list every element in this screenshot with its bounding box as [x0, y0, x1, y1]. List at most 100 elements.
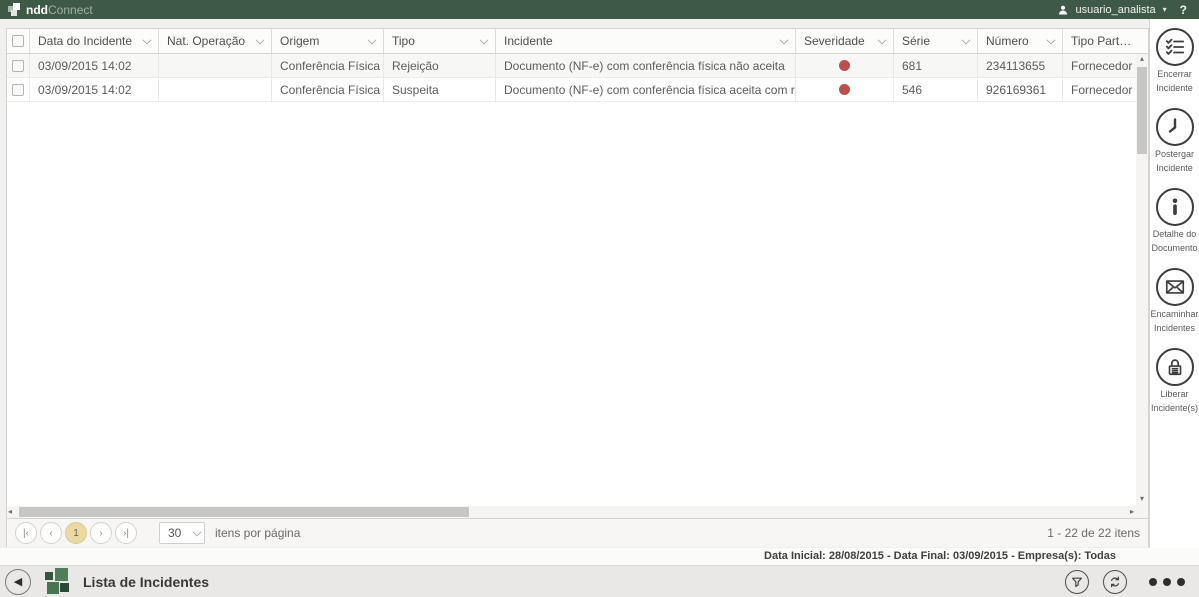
column-header-data-do-incidente[interactable]: Data do Incidente: [30, 29, 159, 53]
cell-nat-operacao: [159, 54, 272, 77]
pager-previous-button[interactable]: ‹: [40, 522, 62, 544]
column-header-serie[interactable]: Série: [894, 29, 978, 53]
tool-label: Incidentes: [1153, 323, 1196, 333]
user-menu-caret-icon[interactable]: ▾: [1163, 5, 1167, 14]
row-checkbox[interactable]: [12, 83, 24, 96]
refresh-icon: [1111, 576, 1119, 587]
pager-range-label: 1 - 22 de 22 itens: [1047, 526, 1140, 540]
severity-dot-icon: [839, 84, 850, 95]
clock-icon: [1155, 108, 1194, 146]
column-menu-chevron-icon[interactable]: [877, 35, 887, 44]
ndd-squares-icon: [8, 2, 22, 17]
cell-numero: 234113655: [978, 54, 1063, 77]
encerrar-incidente-button[interactable]: Encerrar Incidente: [1150, 28, 1199, 94]
scroll-down-arrow-icon[interactable]: ▾: [1140, 494, 1144, 506]
column-label: Origem: [280, 34, 320, 48]
column-header-nat-operacao[interactable]: Nat. Operação: [159, 29, 272, 53]
page-size-value: 30: [168, 526, 182, 540]
detalhe-do-documento-button[interactable]: Detalhe do Documento: [1150, 188, 1199, 254]
column-menu-chevron-icon[interactable]: [1046, 35, 1056, 44]
tool-label: Postergar: [1154, 149, 1195, 159]
cell-incidente: Documento (NF-e) com conferência física …: [496, 78, 796, 101]
lock-icon: [1155, 348, 1194, 386]
filter-summary-bar: Data Inicial: 28/08/2015 - Data Final: 0…: [0, 548, 1199, 565]
cell-tipo-participante: Fornecedor: [1071, 82, 1133, 97]
user-menu[interactable]: usuario_analista: [1076, 4, 1156, 16]
column-label: Tipo: [392, 34, 415, 48]
column-label: Data do Incidente: [38, 34, 133, 48]
row-select-cell: [7, 54, 30, 77]
column-header-tipo[interactable]: Tipo: [384, 29, 496, 53]
vertical-scrollbar-thumb[interactable]: [1137, 67, 1147, 154]
page-size-select[interactable]: 30: [159, 522, 205, 544]
tool-label: Incidente: [1156, 163, 1193, 173]
checklist-icon: [1155, 28, 1194, 66]
horizontal-scrollbar[interactable]: ◂ ▸: [7, 506, 1148, 518]
column-menu-chevron-icon[interactable]: [255, 35, 265, 44]
row-checkbox[interactable]: [12, 59, 24, 72]
select-all-checkbox[interactable]: [12, 35, 24, 47]
column-label: Tipo Partic...: [1071, 34, 1133, 48]
table-row[interactable]: 03/09/2015 14:02 Conferência Física Reje…: [7, 54, 1148, 78]
back-arrow-icon: ◀: [13, 576, 23, 588]
column-menu-chevron-icon[interactable]: [961, 35, 971, 44]
column-header-incidente[interactable]: Incidente: [496, 29, 796, 53]
grid-header-row: Data do Incidente Nat. Operação Origem T…: [7, 29, 1148, 54]
tool-label: Detalhe do: [1152, 229, 1197, 239]
vertical-scrollbar[interactable]: ▴ ▾: [1136, 54, 1148, 506]
pager-last-button[interactable]: ›|: [115, 522, 137, 544]
cell-data-incidente: 03/09/2015 14:02: [30, 54, 159, 77]
tool-label: Incidente: [1156, 83, 1193, 93]
column-menu-chevron-icon[interactable]: [779, 35, 789, 44]
incident-actions-toolbar: Encerrar Incidente Postergar Incidente D…: [1149, 19, 1199, 548]
envelope-icon: [1155, 268, 1194, 306]
liberar-incidentes-button[interactable]: Liberar Incidente(s): [1150, 348, 1199, 414]
pager-next-button[interactable]: ›: [90, 522, 112, 544]
column-header-tipo-participante[interactable]: Tipo Partic...: [1063, 29, 1137, 53]
column-label: Nat. Operação: [167, 34, 246, 48]
refresh-button[interactable]: [1103, 569, 1127, 594]
column-label: Número: [986, 34, 1029, 48]
ndd-connect-logo: nddConnect: [8, 1, 93, 19]
column-label: Incidente: [504, 34, 553, 48]
pager-first-button[interactable]: |‹: [15, 522, 37, 544]
tool-label: Encerrar: [1157, 69, 1192, 79]
column-header-numero[interactable]: Número: [978, 29, 1063, 53]
select-all-cell: [7, 29, 30, 53]
items-per-page-label: itens por página: [215, 526, 301, 540]
column-menu-chevron-icon[interactable]: [142, 35, 152, 44]
brand-name-light: Connect: [48, 2, 93, 17]
column-menu-chevron-icon[interactable]: [479, 35, 489, 44]
cell-incidente: Documento (NF-e) com conferência física …: [496, 54, 796, 77]
cell-severidade: [796, 54, 894, 77]
brand-name-bold: ndd: [26, 2, 48, 17]
cell-numero: 926169361: [978, 78, 1063, 101]
filter-button[interactable]: [1065, 569, 1089, 594]
help-button[interactable]: ?: [1180, 3, 1187, 17]
ndd-green-squares-icon: [43, 567, 73, 596]
column-header-severidade[interactable]: Severidade: [796, 29, 894, 53]
bottom-title-bar: ◀ Lista de Incidentes: [0, 565, 1199, 597]
cell-serie: 681: [894, 54, 978, 77]
encaminhar-incidentes-button[interactable]: Encaminhar Incidentes: [1150, 268, 1199, 334]
pager-page-1-button[interactable]: 1: [65, 522, 87, 544]
top-app-bar: nddConnect usuario_analista ▾ ?: [0, 0, 1199, 19]
page-size-chevron-icon: [192, 527, 202, 537]
table-row[interactable]: 03/09/2015 14:02 Conferência Física Susp…: [7, 78, 1148, 102]
more-options-button[interactable]: [1149, 577, 1185, 586]
column-label: Série: [902, 34, 931, 48]
back-button[interactable]: ◀: [5, 568, 31, 595]
cell-origem: Conferência Física: [272, 78, 384, 101]
tool-label: Incidente(s): [1150, 403, 1199, 413]
cell-data-incidente: 03/09/2015 14:02: [30, 78, 159, 101]
cell-serie: 546: [894, 78, 978, 101]
horizontal-scrollbar-thumb[interactable]: [19, 507, 469, 517]
column-menu-chevron-icon[interactable]: [367, 35, 377, 44]
column-label: Severidade: [804, 34, 865, 48]
scroll-up-arrow-icon[interactable]: ▴: [1140, 54, 1144, 66]
info-icon: [1155, 188, 1194, 226]
column-header-origem[interactable]: Origem: [272, 29, 384, 53]
user-icon: [1057, 4, 1069, 16]
postergar-incidente-button[interactable]: Postergar Incidente: [1150, 108, 1199, 174]
cell-tipo-participante: Fornecedor: [1071, 58, 1133, 73]
